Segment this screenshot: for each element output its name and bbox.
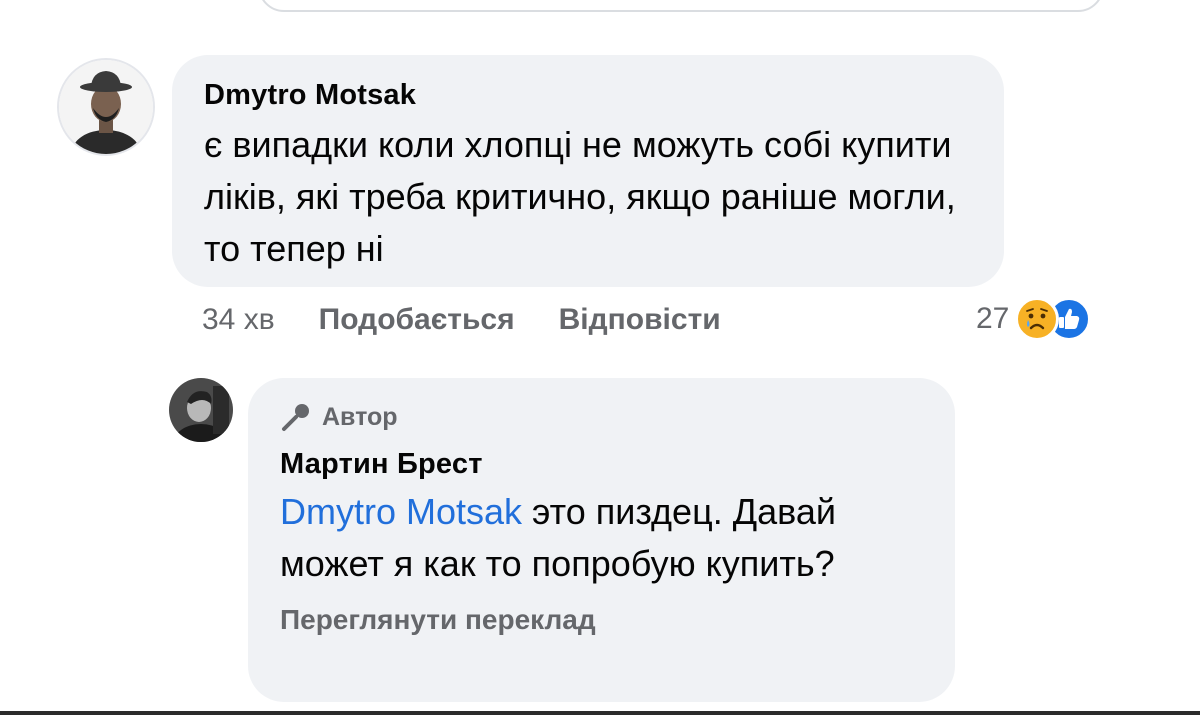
reply-button[interactable]: Відповісти (559, 303, 721, 337)
comment-text: є випадки коли хлопці не можуть собі куп… (204, 124, 956, 269)
reaction-count: 27 (976, 302, 1010, 335)
see-translation-link[interactable]: Переглянути переклад (280, 602, 923, 638)
comment-timestamp[interactable]: 34 хв (202, 303, 275, 337)
like-button[interactable]: Подобається (319, 303, 515, 337)
reply-bubble: Автор Мартин Брест Dmytro Motsak это пиз… (248, 378, 955, 702)
bottom-divider (0, 711, 1200, 715)
comment-actions: 34 хв Подобається Відповісти (202, 300, 721, 340)
avatar-martyn-brest[interactable] (169, 378, 233, 442)
reaction-summary[interactable]: 27 (976, 296, 1092, 342)
author-badge-label: Автор (322, 402, 398, 431)
avatar-dmytro-motsak[interactable] (57, 58, 155, 156)
previous-comment-input (258, 0, 1104, 12)
mention-link[interactable]: Dmytro Motsak (280, 491, 522, 532)
microphone-icon (282, 404, 309, 431)
comment-author-name[interactable]: Dmytro Motsak (204, 77, 972, 113)
reply-author-name[interactable]: Мартин Брест (280, 446, 923, 482)
author-badge: Автор (280, 400, 923, 434)
sad-icon (1015, 297, 1060, 341)
reply-text: Dmytro Motsak это пиздец. Давай может я … (280, 486, 923, 590)
comment-bubble: Dmytro Motsak є випадки коли хлопці не м… (172, 55, 1004, 287)
